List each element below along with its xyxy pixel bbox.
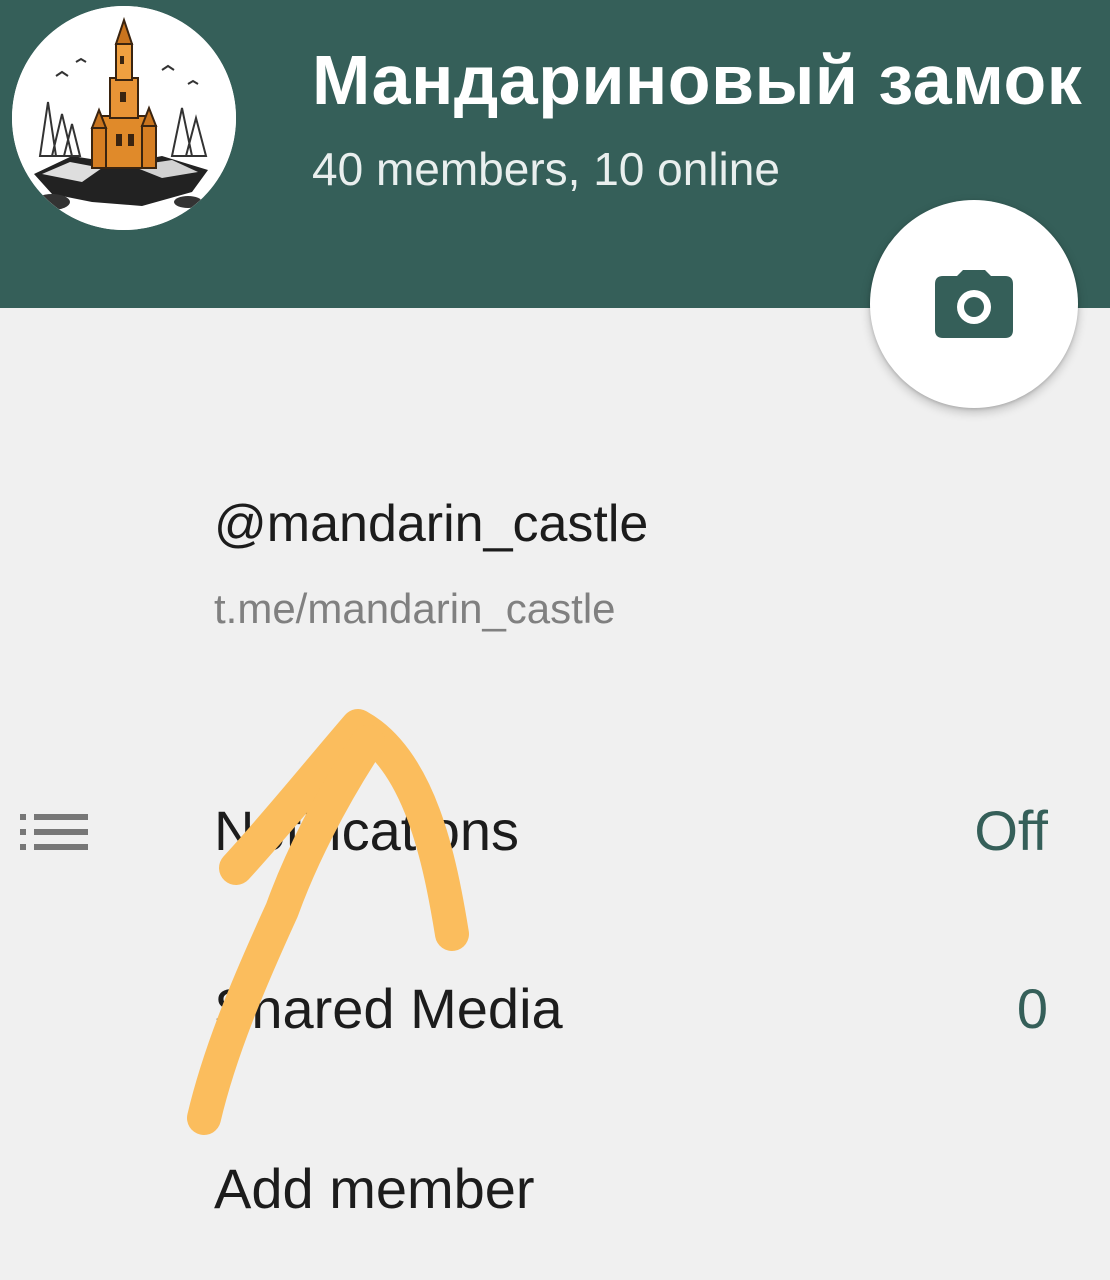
group-link[interactable]: t.me/mandarin_castle	[214, 585, 616, 633]
notifications-label: Notifications	[214, 799, 520, 862]
member-count: 40 members, 10 online	[312, 143, 780, 195]
castle-illustration	[12, 6, 236, 230]
set-photo-button[interactable]	[870, 200, 1078, 408]
add-member-label: Add member	[214, 1157, 535, 1220]
group-avatar[interactable]	[12, 6, 236, 230]
chat-title: Мандариновый замок	[312, 41, 1083, 119]
notifications-value: Off	[974, 799, 1048, 862]
group-username[interactable]: @mandarin_castle	[214, 494, 648, 554]
list-icon	[20, 812, 88, 857]
shared-media-label: Shared Media	[214, 977, 563, 1040]
shared-media-count: 0	[1016, 977, 1048, 1040]
camera-icon	[935, 270, 1013, 338]
